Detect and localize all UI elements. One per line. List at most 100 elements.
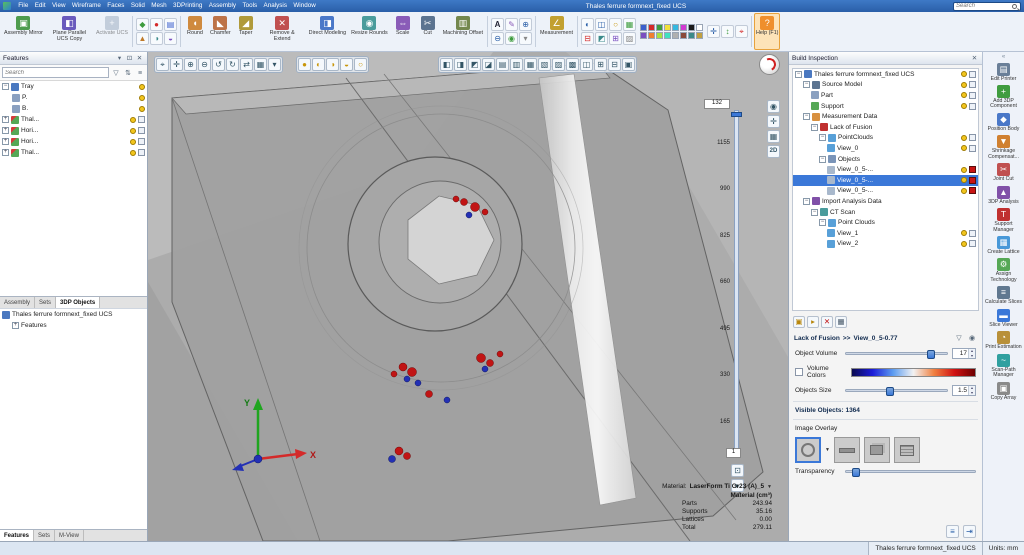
bi-row-source-model[interactable]: − Source Model <box>793 80 978 91</box>
menu-window[interactable]: Window <box>290 0 319 12</box>
viewport-3d[interactable]: Y X ⌖ ✛ ⊕ ⊖ ↺ ↻ ⇄ ▦ ▾ <box>148 52 788 541</box>
ribbon-plane-parallel-ucs-copy[interactable]: ◧ Plane Parallel UCS Copy <box>46 13 93 50</box>
visibility-bulb-icon[interactable] <box>961 71 967 77</box>
palette-color[interactable] <box>696 24 703 31</box>
explode-icon[interactable]: ⊞ <box>609 32 622 45</box>
ribbon-taper[interactable]: ◢ Taper <box>234 13 258 50</box>
tool-edit-printer[interactable]: ▤ Edit Printer <box>983 61 1024 83</box>
surface-tool-icon[interactable]: ◆ <box>136 18 149 31</box>
visibility-bulb-icon[interactable] <box>961 135 967 141</box>
collapse-icon[interactable]: − <box>811 124 818 131</box>
remove-view-icon[interactable]: ⊟ <box>608 58 621 71</box>
expand-icon[interactable]: + <box>2 116 9 123</box>
palette-color[interactable] <box>656 24 663 31</box>
extrude-tool-icon[interactable]: ▲ <box>136 32 149 45</box>
tree-row-body[interactable]: B. <box>0 103 147 114</box>
grid-icon[interactable]: ▦ <box>623 18 636 31</box>
material-dropdown-icon[interactable]: ▼ <box>767 484 772 490</box>
ruler-max-box[interactable]: 132 <box>704 99 730 109</box>
visibility-bulb-icon[interactable] <box>961 103 967 109</box>
tree-row-component[interactable]: + Hori... <box>0 125 147 136</box>
palette-color[interactable] <box>648 32 655 39</box>
ribbon-remove-extend[interactable]: ✕ Remove & Extend <box>259 13 306 50</box>
tool-add-3dp-component[interactable]: + Add 3DP Component <box>983 83 1024 111</box>
tab-assembly[interactable]: Assembly <box>0 297 35 308</box>
visibility-bulb-icon[interactable] <box>961 177 967 183</box>
menu-faces[interactable]: Faces <box>104 0 128 12</box>
tool-copy-array[interactable]: ▣ Copy Array <box>983 380 1024 402</box>
visibility-tool-icon[interactable]: ◉ <box>505 32 518 45</box>
add-view-icon[interactable]: ⊞ <box>594 58 607 71</box>
fit-view-icon[interactable]: ▦ <box>254 58 267 71</box>
collapse-icon[interactable]: − <box>819 219 826 226</box>
menu-tools[interactable]: Tools <box>239 0 260 12</box>
zoom-out-icon[interactable]: ⊖ <box>491 32 504 45</box>
ribbon-cut[interactable]: ✂ Cut <box>416 13 440 50</box>
display-state-icon[interactable] <box>969 134 976 141</box>
move-icon[interactable]: ✛ <box>170 58 183 71</box>
bi-row-support[interactable]: Support <box>793 101 978 112</box>
tree-row-tray[interactable]: − Tray <box>0 81 147 92</box>
visibility-bulb-icon[interactable] <box>130 117 136 123</box>
collapse-icon[interactable]: − <box>803 81 810 88</box>
transparency-slider[interactable] <box>845 470 976 473</box>
palette-color[interactable] <box>696 32 703 39</box>
bi-row-view-1[interactable]: View_1 <box>793 228 978 239</box>
filter-icon[interactable]: ▽ <box>111 68 121 78</box>
transparent-mode-icon[interactable]: ○ <box>354 58 367 71</box>
collapse-icon[interactable]: − <box>803 198 810 205</box>
palette-color[interactable] <box>640 32 647 39</box>
front-view-icon[interactable]: ◧ <box>440 58 453 71</box>
palette-color[interactable] <box>664 24 671 31</box>
back-view-icon[interactable]: ◨ <box>454 58 467 71</box>
ucs-toggle-icon[interactable]: ✛ <box>767 115 780 128</box>
ribbon-machining-offset[interactable]: ▥ Machining Offset <box>441 13 485 50</box>
panel-pin-icon[interactable]: ⊡ <box>125 54 134 63</box>
display-state-icon[interactable] <box>138 116 145 123</box>
overlay-dropdown-icon[interactable]: ▼ <box>825 447 830 453</box>
text-tool-icon[interactable]: A <box>491 18 504 31</box>
ribbon-resize-rounds[interactable]: ◉ Resize Rounds <box>349 13 390 50</box>
slider-handle[interactable] <box>852 468 860 477</box>
shade-mode-icon[interactable]: ◐ <box>581 18 594 31</box>
axis-icon[interactable]: ↕ <box>721 25 734 38</box>
tool-shrinkage-compensation[interactable]: ▼ Shrinkage Compensat... <box>983 134 1024 162</box>
right-view-icon[interactable]: ▥ <box>510 58 523 71</box>
global-search[interactable] <box>953 2 1021 11</box>
visibility-bulb-icon[interactable] <box>139 106 145 112</box>
display-state-icon[interactable] <box>969 92 976 99</box>
collapse-icon[interactable]: − <box>2 83 9 90</box>
tab-features[interactable]: Features <box>0 530 34 541</box>
dimetric-view-icon[interactable]: ▧ <box>538 58 551 71</box>
search-icon[interactable] <box>1012 4 1017 9</box>
expand-icon[interactable]: + <box>2 127 9 134</box>
eye-icon[interactable]: ◉ <box>967 333 977 343</box>
ribbon-chamfer[interactable]: ◣ Chamfer <box>208 13 233 50</box>
visibility-bulb-icon[interactable] <box>961 241 967 247</box>
visibility-bulb-icon[interactable] <box>961 145 967 151</box>
ucs-icon[interactable]: ✛ <box>707 25 720 38</box>
top-view-icon[interactable]: ◩ <box>468 58 481 71</box>
palette-color[interactable] <box>672 24 679 31</box>
zoom-in-icon[interactable]: ⊕ <box>519 18 532 31</box>
bi-row-view-0-5-b[interactable]: View_0_5-... <box>793 186 978 197</box>
normal-to-icon[interactable]: ▣ <box>622 58 635 71</box>
tree-row-component[interactable]: + Thal... <box>0 114 147 125</box>
ruler-min-box[interactable]: 1 <box>726 448 741 458</box>
tree-row-component[interactable]: + Hori... <box>0 136 147 147</box>
color-swatch[interactable] <box>969 177 976 184</box>
palette-color[interactable] <box>640 24 647 31</box>
visibility-bulb-icon[interactable] <box>961 92 967 98</box>
exit-panel-icon[interactable]: ⇥ <box>963 525 976 538</box>
render-options-icon[interactable]: ▨ <box>623 32 636 45</box>
wireframe-mode-icon[interactable]: ◒ <box>340 58 353 71</box>
tool-print-estimation[interactable]: ◔ Print Estimation <box>983 330 1024 352</box>
left-view-icon[interactable]: ▤ <box>496 58 509 71</box>
part-body[interactable] <box>172 63 763 541</box>
expand-icon[interactable]: + <box>12 322 19 329</box>
display-state-icon[interactable] <box>969 71 976 78</box>
collapse-icon[interactable]: − <box>795 71 802 78</box>
ribbon-assembly-mirror[interactable]: ▣ Assembly Mirror <box>2 13 45 50</box>
menu-edit[interactable]: Edit <box>32 0 49 12</box>
color-swatch[interactable] <box>969 187 976 194</box>
